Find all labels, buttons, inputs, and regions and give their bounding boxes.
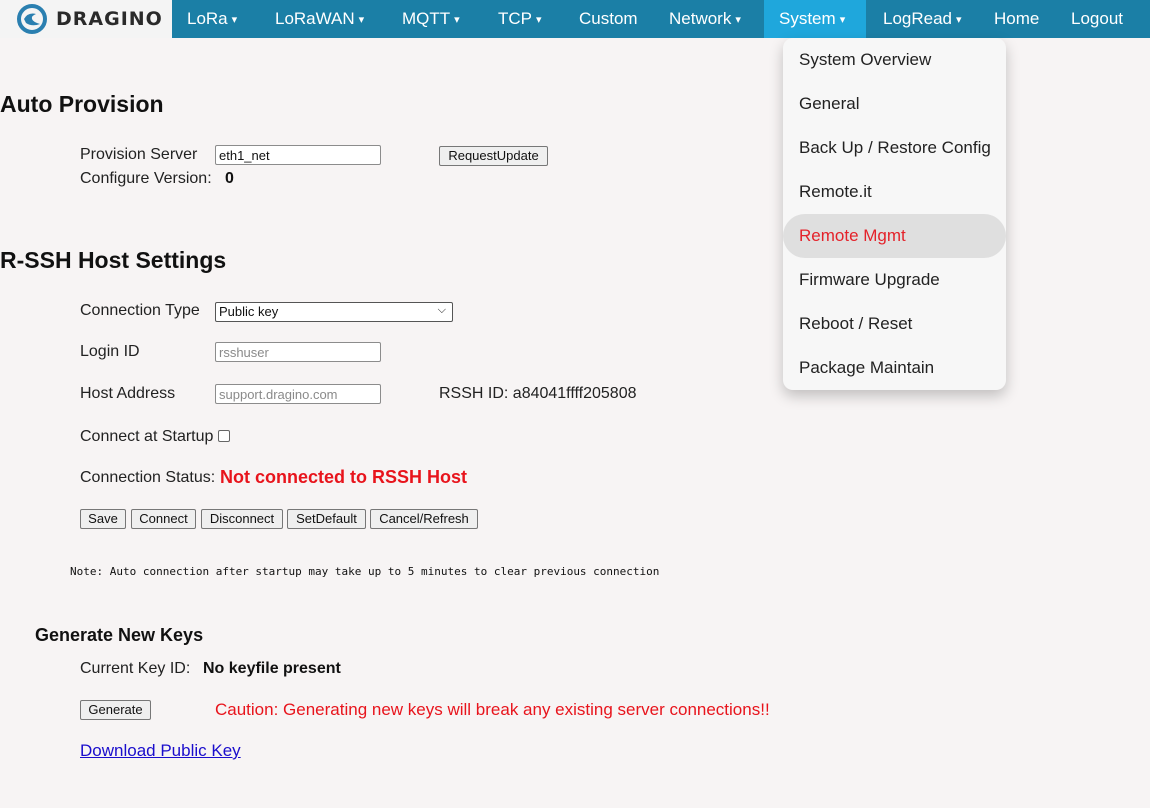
- menu-item-package-maintain[interactable]: Package Maintain: [783, 346, 1006, 390]
- provision-server-label: Provision Server: [80, 146, 198, 163]
- cancel-refresh-button[interactable]: Cancel/Refresh: [370, 509, 478, 529]
- caret-down-icon: ▾: [358, 14, 365, 26]
- nav-custom[interactable]: Custom: [579, 0, 638, 38]
- nav-lora[interactable]: LoRa ▾: [187, 0, 237, 38]
- nav-system[interactable]: System ▾: [764, 0, 866, 38]
- nav-tcp-label: TCP: [498, 9, 532, 28]
- nav-lorawan-label: LoRaWAN: [275, 9, 355, 28]
- host-address-label: Host Address: [80, 385, 176, 402]
- caret-down-icon: ▾: [231, 14, 238, 26]
- nav-home-label: Home: [994, 9, 1040, 28]
- current-key-value: No keyfile present: [203, 660, 341, 677]
- nav-lora-label: LoRa: [187, 9, 228, 28]
- set-default-button[interactable]: SetDefault: [287, 509, 366, 529]
- save-button[interactable]: Save: [80, 509, 126, 529]
- dragino-logo-icon: [17, 4, 47, 34]
- system-dropdown-menu: System Overview General Back Up / Restor…: [783, 38, 1006, 390]
- generate-button[interactable]: Generate: [80, 700, 151, 720]
- nav-network[interactable]: Network ▾: [669, 0, 741, 38]
- nav-system-label: System: [779, 9, 836, 28]
- download-public-key-link[interactable]: Download Public Key: [80, 741, 241, 761]
- auto-connection-note: Note: Auto connection after startup may …: [70, 565, 660, 578]
- caret-down-icon: ▾: [536, 14, 542, 26]
- connection-status-value: Not connected to RSSH Host: [220, 467, 468, 487]
- connection-type-label: Connection Type: [80, 302, 200, 319]
- menu-item-remote-mgmt[interactable]: Remote Mgmt: [783, 214, 1006, 258]
- menu-item-reboot-reset[interactable]: Reboot / Reset: [783, 302, 1006, 346]
- nav-mqtt-label: MQTT: [402, 9, 451, 28]
- configure-version-value: 0: [225, 170, 234, 187]
- auto-provision-title: Auto Provision: [0, 91, 164, 117]
- menu-item-remote-it[interactable]: Remote.it: [783, 170, 1006, 214]
- menu-item-general[interactable]: General: [783, 82, 1006, 126]
- connection-type-select[interactable]: Public key ⌵: [215, 302, 453, 322]
- caret-down-icon: ▾: [454, 14, 460, 26]
- menu-item-firmware-upgrade[interactable]: Firmware Upgrade: [783, 258, 1006, 302]
- connect-startup-checkbox[interactable]: [218, 430, 230, 442]
- menu-item-system-overview[interactable]: System Overview: [783, 38, 1006, 82]
- login-id-input[interactable]: [215, 342, 381, 362]
- brand-logo[interactable]: DRAGINO: [0, 0, 172, 38]
- nav-logread[interactable]: LogRead ▾: [883, 0, 962, 38]
- provision-server-input[interactable]: [215, 145, 381, 165]
- connect-button[interactable]: Connect: [131, 509, 196, 529]
- nav-network-label: Network: [669, 9, 732, 28]
- request-update-button[interactable]: RequestUpdate: [439, 146, 548, 166]
- nav-custom-label: Custom: [579, 9, 638, 28]
- caret-down-icon: ▾: [839, 14, 846, 26]
- rssh-settings-title: R-SSH Host Settings: [0, 247, 227, 273]
- nav-lorawan[interactable]: LoRaWAN ▾: [275, 0, 364, 38]
- top-navbar: DRAGINO LoRa ▾ LoRaWAN ▾ MQTT ▾ TCP ▾ Custom…: [0, 0, 1150, 38]
- generate-keys-title: Generate New Keys: [35, 625, 204, 645]
- connection-type-value: Public key: [219, 304, 279, 319]
- host-address-input[interactable]: [215, 384, 381, 404]
- connection-status-label: Connection Status:: [80, 469, 216, 486]
- nav-home[interactable]: Home: [994, 0, 1039, 38]
- nav-logout[interactable]: Logout: [1071, 0, 1123, 38]
- caret-down-icon: ▾: [735, 14, 741, 26]
- chevron-down-icon: ⌵: [437, 304, 446, 316]
- nav-tcp[interactable]: TCP ▾: [498, 0, 542, 38]
- login-id-label: Login ID: [80, 343, 140, 360]
- connect-startup-label: Connect at Startup: [80, 428, 214, 445]
- caution-text: Caution: Generating new keys will break …: [215, 700, 770, 719]
- rssh-id-text: RSSH ID: a84041ffff205808: [439, 385, 637, 402]
- current-key-label: Current Key ID:: [80, 660, 191, 677]
- brand-name: DRAGINO: [56, 8, 163, 30]
- menu-item-backup-restore[interactable]: Back Up / Restore Config: [783, 126, 1006, 170]
- nav-logout-label: Logout: [1071, 9, 1123, 28]
- nav-mqtt[interactable]: MQTT ▾: [402, 0, 460, 38]
- configure-version-label: Configure Version:: [80, 170, 212, 187]
- nav-logread-label: LogRead: [883, 9, 953, 28]
- caret-down-icon: ▾: [956, 14, 962, 26]
- disconnect-button[interactable]: Disconnect: [201, 509, 283, 529]
